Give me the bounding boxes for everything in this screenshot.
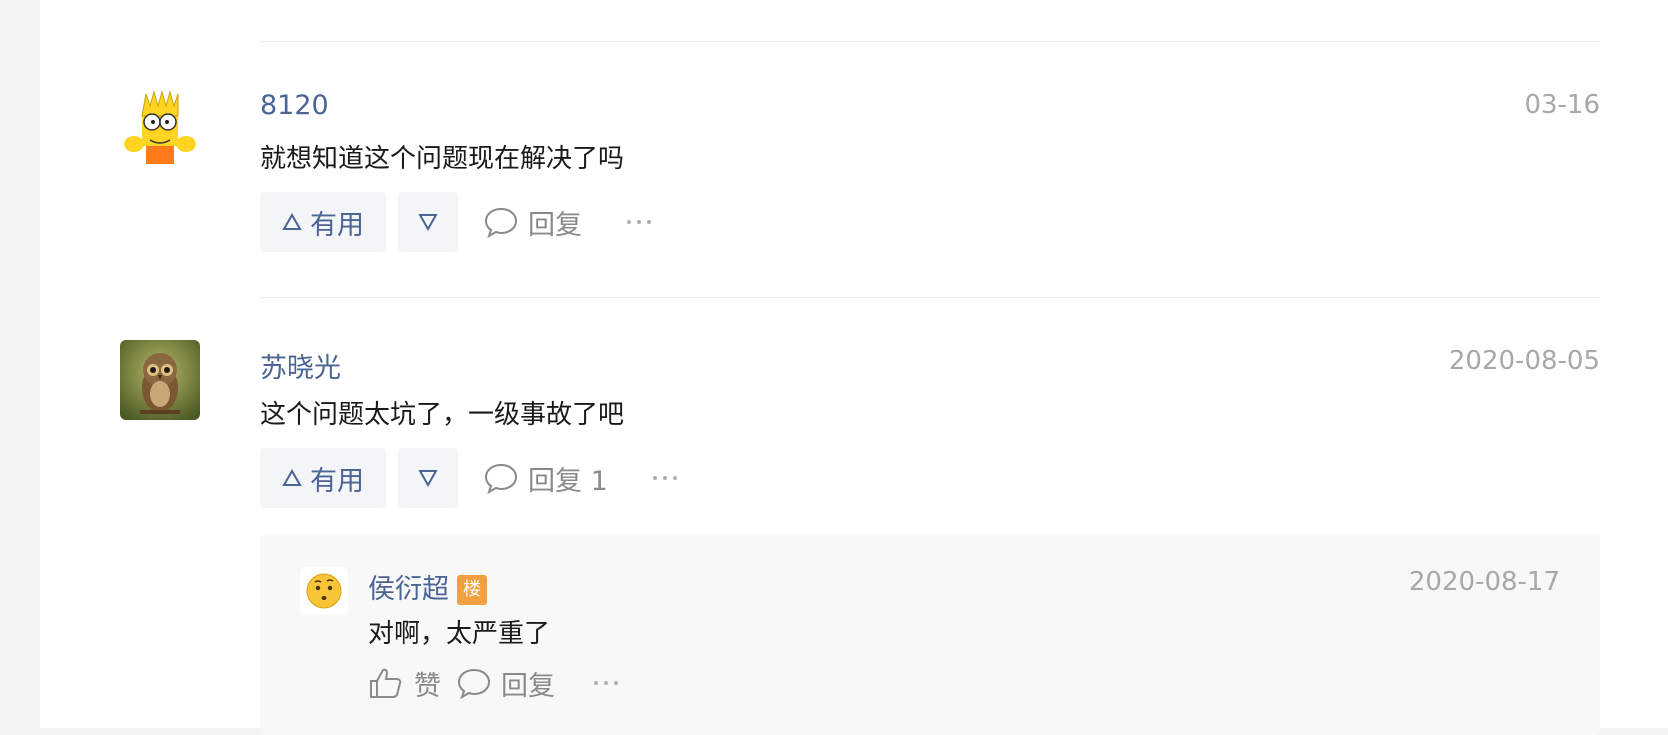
more-options-icon[interactable] bbox=[650, 476, 680, 480]
upvote-button[interactable]: 有用 bbox=[260, 448, 386, 508]
reply-label: 回复 bbox=[501, 670, 555, 702]
comment-text: 这个问题太坑了，一级事故了吧 bbox=[260, 400, 625, 430]
divider bbox=[260, 297, 1600, 298]
like-label: 赞 bbox=[414, 670, 441, 702]
reply-label: 回复 bbox=[528, 209, 582, 241]
username-link[interactable]: 侯衍超 bbox=[368, 574, 449, 605]
triangle-up-icon bbox=[282, 213, 302, 230]
username-link[interactable]: 8120 bbox=[260, 90, 329, 121]
reply-date: 2020-08-17 bbox=[1408, 567, 1560, 597]
upvote-label: 有用 bbox=[310, 209, 364, 241]
more-options-icon[interactable] bbox=[591, 681, 621, 685]
comment-actions: 有用 回复 1 bbox=[260, 448, 680, 508]
reply-text: 对啊，太严重了 bbox=[368, 619, 551, 649]
owl-photo-avatar[interactable] bbox=[120, 340, 200, 420]
comment-bubble-icon bbox=[457, 668, 491, 699]
thinking-emoji-avatar[interactable] bbox=[300, 567, 348, 615]
reply-button[interactable]: 回复 bbox=[484, 203, 582, 242]
thumbs-up-icon bbox=[370, 668, 402, 698]
username-link[interactable]: 苏晓光 bbox=[260, 346, 341, 385]
triangle-down-icon bbox=[418, 470, 438, 487]
comment-bubble-icon bbox=[484, 207, 518, 238]
more-options-icon[interactable] bbox=[624, 220, 654, 224]
reply-actions: 赞 回复 bbox=[368, 653, 621, 713]
upvote-button[interactable]: 有用 bbox=[260, 192, 386, 252]
reply-button[interactable]: 回复 bbox=[457, 664, 555, 703]
divider bbox=[260, 41, 1600, 42]
nested-reply: 侯衍超楼 2020-08-17 对啊，太严重了 赞 回复 bbox=[260, 535, 1600, 735]
comment-panel: 8120 03-16 就想知道这个问题现在解决了吗 有用 回复 苏晓光 2020… bbox=[40, 0, 1668, 735]
downvote-button[interactable] bbox=[398, 448, 458, 508]
reply-button[interactable]: 回复 1 bbox=[484, 459, 608, 498]
comment-date: 2020-08-05 bbox=[1448, 346, 1600, 376]
triangle-up-icon bbox=[282, 469, 302, 486]
comment-actions: 有用 回复 bbox=[260, 192, 654, 252]
reply-header: 侯衍超楼 bbox=[368, 567, 487, 606]
comment-date: 03-16 bbox=[1524, 90, 1600, 120]
comment-text: 就想知道这个问题现在解决了吗 bbox=[260, 144, 625, 174]
reply-label: 回复 1 bbox=[528, 465, 608, 497]
bart-simpson-avatar[interactable] bbox=[120, 88, 200, 168]
triangle-down-icon bbox=[418, 214, 438, 231]
floor-owner-badge: 楼 bbox=[457, 575, 487, 605]
upvote-label: 有用 bbox=[310, 465, 364, 497]
like-button[interactable]: 赞 bbox=[368, 664, 441, 703]
comment-bubble-icon bbox=[484, 463, 518, 494]
downvote-button[interactable] bbox=[398, 192, 458, 252]
